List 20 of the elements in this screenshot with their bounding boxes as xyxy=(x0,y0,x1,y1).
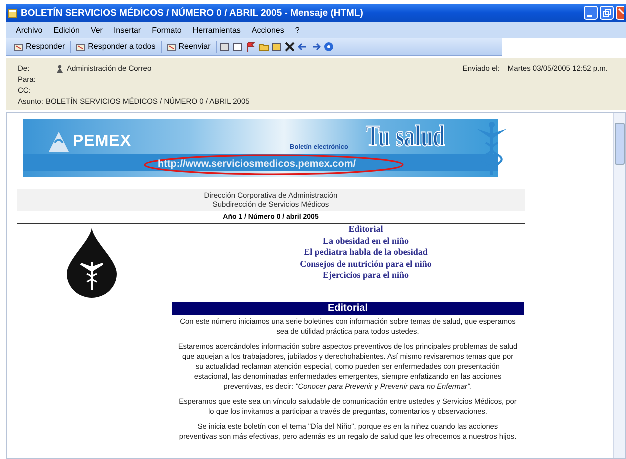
menu-item[interactable]: Archivo xyxy=(16,26,43,34)
toolbar-button[interactable]: Responder a todos xyxy=(74,40,158,52)
brand-name: PEMEX xyxy=(73,133,132,151)
menu-item[interactable]: Ver xyxy=(90,26,103,34)
menu-item[interactable]: ? xyxy=(295,26,300,34)
menu-item[interactable]: Edición xyxy=(54,26,80,34)
newsletter-link[interactable]: Consejos de nutrición para el niño xyxy=(300,258,432,270)
banner-title: Tu salud xyxy=(366,119,446,155)
toolbar-button[interactable]: Reenviar xyxy=(164,40,213,52)
menu-item[interactable]: Insertar xyxy=(114,26,142,34)
menu-item[interactable]: Formato xyxy=(152,26,182,34)
window-title: BOLETÍN SERVICIOS MÉDICOS / NÚMERO 0 / ABRIL 2005 - Mensaje (HTML) xyxy=(21,8,364,18)
newsletter-link[interactable]: La obesidad en el niño xyxy=(322,236,410,247)
menu-item[interactable]: Acciones xyxy=(252,26,284,34)
newsletter-link[interactable]: El pediatra habla de la obesidad xyxy=(304,247,428,258)
newsletter-link[interactable]: Ejercicios para el niño xyxy=(322,270,410,282)
section-heading: Editorial xyxy=(172,302,524,315)
toolbar-button[interactable]: Responder xyxy=(12,40,68,52)
newsletter-link[interactable]: Editorial xyxy=(348,224,384,236)
menu-item[interactable]: Herramientas xyxy=(192,26,241,34)
